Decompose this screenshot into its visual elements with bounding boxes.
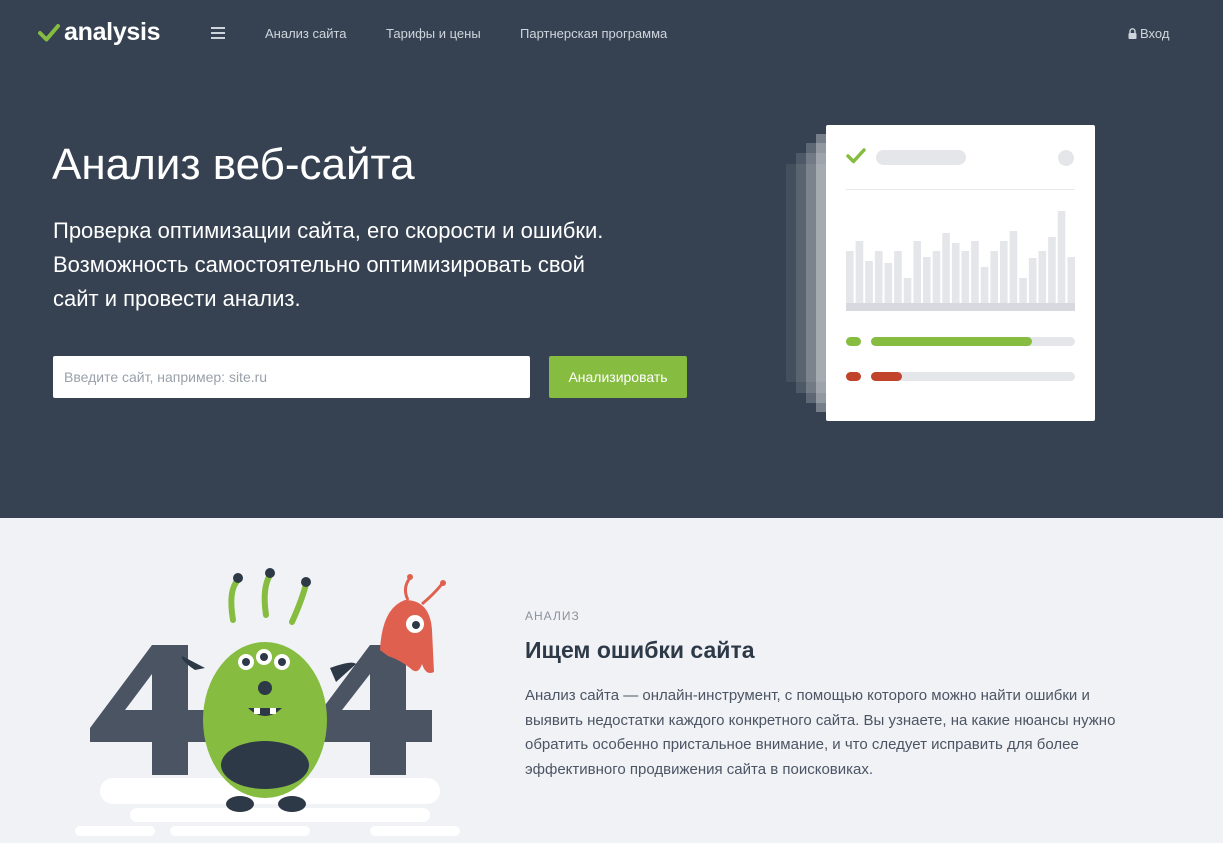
lock-icon — [1128, 28, 1137, 39]
mini-chart-bar — [932, 251, 941, 303]
section-title: Ищем ошибки сайта — [525, 637, 755, 663]
mini-chart-bar — [865, 261, 873, 303]
green-monster — [181, 568, 356, 812]
mini-chart-bar — [913, 241, 922, 303]
login-label: Вход — [1140, 26, 1170, 41]
mini-chart-bar — [1057, 211, 1066, 303]
card-stack-layer — [816, 134, 826, 412]
card-divider — [846, 189, 1075, 190]
progress-fill-bad — [871, 372, 902, 381]
mini-chart-bar — [1048, 237, 1056, 303]
nav-link-partner-program[interactable]: Партнерская программа — [520, 26, 667, 41]
nav-link-site-analysis[interactable]: Анализ сайта — [265, 26, 347, 41]
mini-chart-bar — [1019, 278, 1027, 303]
mini-chart-bar — [980, 267, 989, 303]
progress-track-bad — [871, 372, 1075, 381]
mini-chart-bar — [951, 243, 960, 303]
top-nav: analysis Анализ сайта Тарифы и цены Парт… — [0, 0, 1223, 68]
404-monsters-illustration — [75, 568, 460, 836]
mini-chart-bar — [990, 251, 999, 303]
card-title-placeholder — [876, 150, 966, 165]
hero-subtitle-line: сайт и провести анализ. — [53, 286, 301, 311]
progress-status-dot-bad — [846, 372, 861, 381]
site-url-input[interactable] — [53, 356, 530, 398]
hero-subtitle-line: Проверка оптимизации сайта, его скорости… — [53, 218, 604, 243]
mini-chart-bar — [874, 251, 883, 303]
logo[interactable]: analysis — [38, 18, 161, 47]
checkmark-icon — [38, 23, 60, 41]
section-text-line: эффективного продвижения сайта в поисков… — [525, 760, 874, 778]
section-text-line: выявить недостатки каждого конкретного с… — [525, 711, 1116, 729]
section-text-line: Анализ сайта — онлайн-инструмент, с помо… — [525, 687, 1090, 704]
mini-chart-bar — [1009, 231, 1018, 303]
logo-text: analysis — [64, 18, 161, 46]
analyze-button[interactable]: Анализировать — [549, 356, 687, 398]
mini-chart-bar — [846, 251, 854, 303]
card-mini-chart — [846, 211, 1075, 303]
hero-title: Анализ веб-сайта — [52, 140, 415, 189]
section-text-line: обратить особенно пристальное внимание, … — [525, 736, 1079, 753]
login-link[interactable]: Вход — [1128, 26, 1169, 41]
hamburger-icon[interactable] — [211, 27, 225, 39]
mini-chart-bar — [961, 251, 970, 303]
mini-chart-bar — [1000, 241, 1008, 303]
mini-chart-bar — [1038, 251, 1047, 303]
checkmark-icon — [846, 148, 866, 164]
mini-chart-bar — [971, 241, 979, 303]
mini-chart-bar — [923, 257, 931, 303]
progress-status-dot-good — [846, 337, 861, 346]
mini-chart-bar — [855, 241, 864, 303]
mini-chart-bar — [894, 251, 902, 303]
hero-subtitle: Проверка оптимизации сайта, его скорости… — [53, 214, 693, 316]
section-description: Анализ сайта — онлайн-инструмент, с помо… — [525, 684, 1185, 782]
card-avatar-placeholder — [1058, 150, 1074, 166]
mini-chart-bar — [1067, 257, 1075, 303]
progress-fill-good — [871, 337, 1033, 346]
progress-track-good — [871, 337, 1075, 346]
mini-chart-bar — [1028, 258, 1037, 303]
hero-subtitle-line: Возможность самостоятельно оптимизироват… — [53, 252, 585, 277]
section-eyebrow: АНАЛИЗ — [525, 609, 580, 623]
mini-chart-bar — [884, 263, 893, 303]
hero-section: analysis Анализ сайта Тарифы и цены Парт… — [0, 0, 1223, 518]
mini-chart-bar — [942, 233, 950, 303]
mini-chart-bar — [903, 278, 912, 303]
report-card-illustration — [826, 125, 1095, 421]
card-chart-baseline — [846, 303, 1075, 311]
nav-link-pricing[interactable]: Тарифы и цены — [386, 26, 481, 41]
